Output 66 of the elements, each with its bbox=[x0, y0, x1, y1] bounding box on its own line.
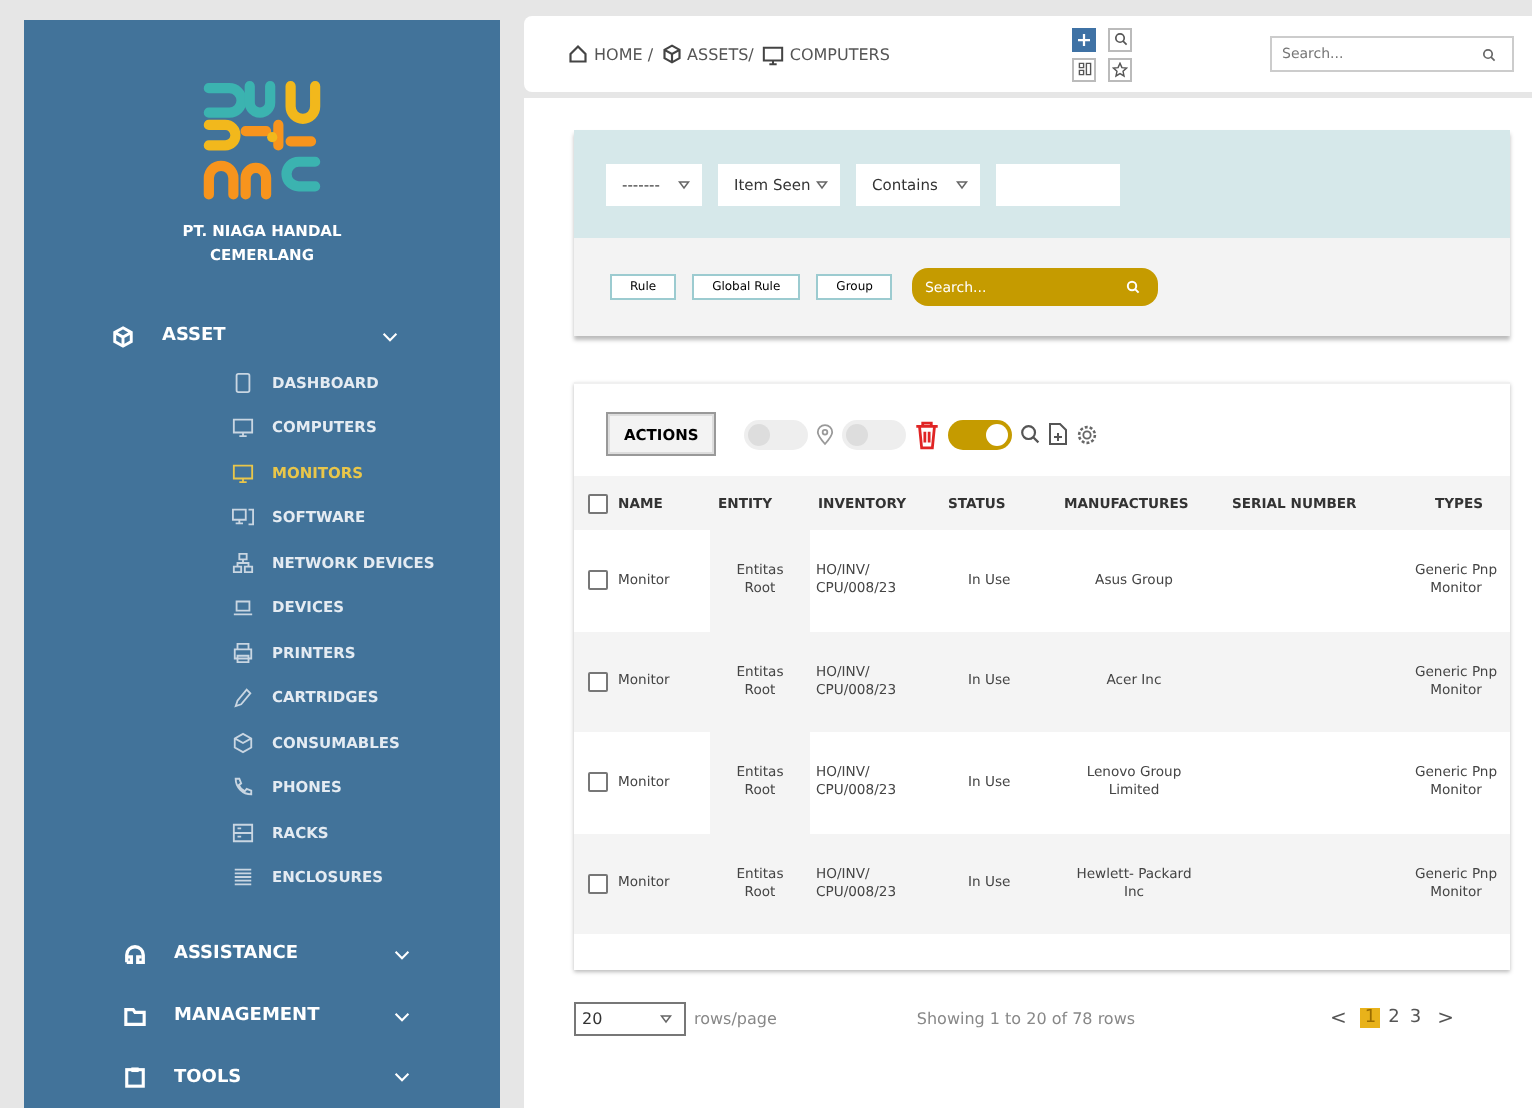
next-page-link[interactable]: > bbox=[1435, 1007, 1456, 1029]
monitor-icon bbox=[761, 43, 784, 65]
favorite-button[interactable] bbox=[1108, 57, 1132, 81]
cube-icon bbox=[661, 44, 682, 64]
search-icon[interactable] bbox=[1020, 424, 1041, 444]
location-pin-icon bbox=[816, 423, 835, 445]
checkbox[interactable] bbox=[588, 493, 608, 513]
toggle-switch[interactable] bbox=[948, 419, 1013, 449]
breadcrumb-link[interactable]: ASSETS/ bbox=[661, 44, 754, 64]
checkbox[interactable] bbox=[588, 570, 608, 591]
caret-icon bbox=[816, 179, 828, 189]
caret-icon bbox=[660, 1013, 672, 1023]
laptop-icon bbox=[232, 596, 254, 619]
devices-icon bbox=[232, 506, 254, 529]
page-link[interactable]: 3 bbox=[1407, 1008, 1424, 1028]
chevron-icon bbox=[394, 1072, 410, 1083]
search-icon bbox=[1126, 280, 1141, 294]
page-size-dropdown[interactable]: 20 bbox=[574, 1001, 686, 1035]
box-icon bbox=[232, 731, 254, 754]
nav-section[interactable]: ASSISTANCE bbox=[24, 924, 500, 986]
add-file-icon[interactable] bbox=[1048, 422, 1069, 446]
grid-icon bbox=[1077, 62, 1091, 76]
breadcrumb-link[interactable]: HOME / bbox=[568, 44, 654, 64]
trash-icon[interactable] bbox=[914, 419, 941, 449]
settings-icon[interactable] bbox=[1076, 423, 1099, 445]
cube-icon bbox=[112, 325, 134, 348]
search-icon bbox=[1113, 32, 1127, 46]
checkbox[interactable] bbox=[588, 873, 608, 894]
list-icon bbox=[232, 866, 254, 889]
nav-section[interactable]: MANAGEMENT bbox=[24, 985, 500, 1047]
printer-icon bbox=[232, 641, 254, 664]
chevron-icon bbox=[382, 331, 398, 342]
logo-icon bbox=[200, 80, 324, 203]
monitor-icon bbox=[232, 461, 254, 484]
document-icon bbox=[232, 371, 254, 394]
rows-summary: Showing 1 to 20 of 78 rows bbox=[916, 1009, 1136, 1027]
nav-section[interactable]: TOOLS bbox=[24, 1046, 500, 1108]
headset-icon bbox=[124, 943, 146, 966]
chevron-icon bbox=[394, 949, 410, 960]
breadcrumb-link[interactable]: COMPUTERS bbox=[761, 43, 890, 65]
star-icon bbox=[1112, 61, 1128, 77]
rack-icon bbox=[232, 821, 254, 844]
add-button[interactable] bbox=[1072, 27, 1096, 51]
caret-icon bbox=[956, 179, 968, 189]
network-icon bbox=[232, 551, 254, 574]
plus-icon bbox=[1078, 33, 1090, 45]
page-size-label: rows/page bbox=[694, 1009, 777, 1027]
monitor-icon bbox=[232, 416, 254, 439]
checkbox[interactable] bbox=[588, 772, 608, 793]
folder-icon bbox=[124, 1005, 146, 1028]
toggle-switch[interactable] bbox=[744, 419, 809, 449]
previous-page-link[interactable]: < bbox=[1328, 1007, 1349, 1029]
page-link[interactable]: 2 bbox=[1386, 1008, 1402, 1028]
caret-icon bbox=[678, 179, 690, 189]
nav-section[interactable]: ASSET bbox=[24, 312, 500, 361]
search-icon bbox=[1482, 47, 1496, 61]
grid-button[interactable] bbox=[1072, 57, 1096, 81]
checkbox[interactable] bbox=[588, 671, 608, 692]
home-icon bbox=[568, 44, 588, 64]
filter-value-field[interactable] bbox=[996, 163, 1120, 205]
toggle-switch[interactable] bbox=[842, 419, 907, 449]
phone-icon bbox=[232, 776, 254, 799]
search-button[interactable] bbox=[1108, 27, 1132, 51]
clipboard-icon bbox=[124, 1066, 146, 1089]
pen-icon bbox=[232, 686, 254, 709]
chevron-icon bbox=[394, 1011, 410, 1022]
